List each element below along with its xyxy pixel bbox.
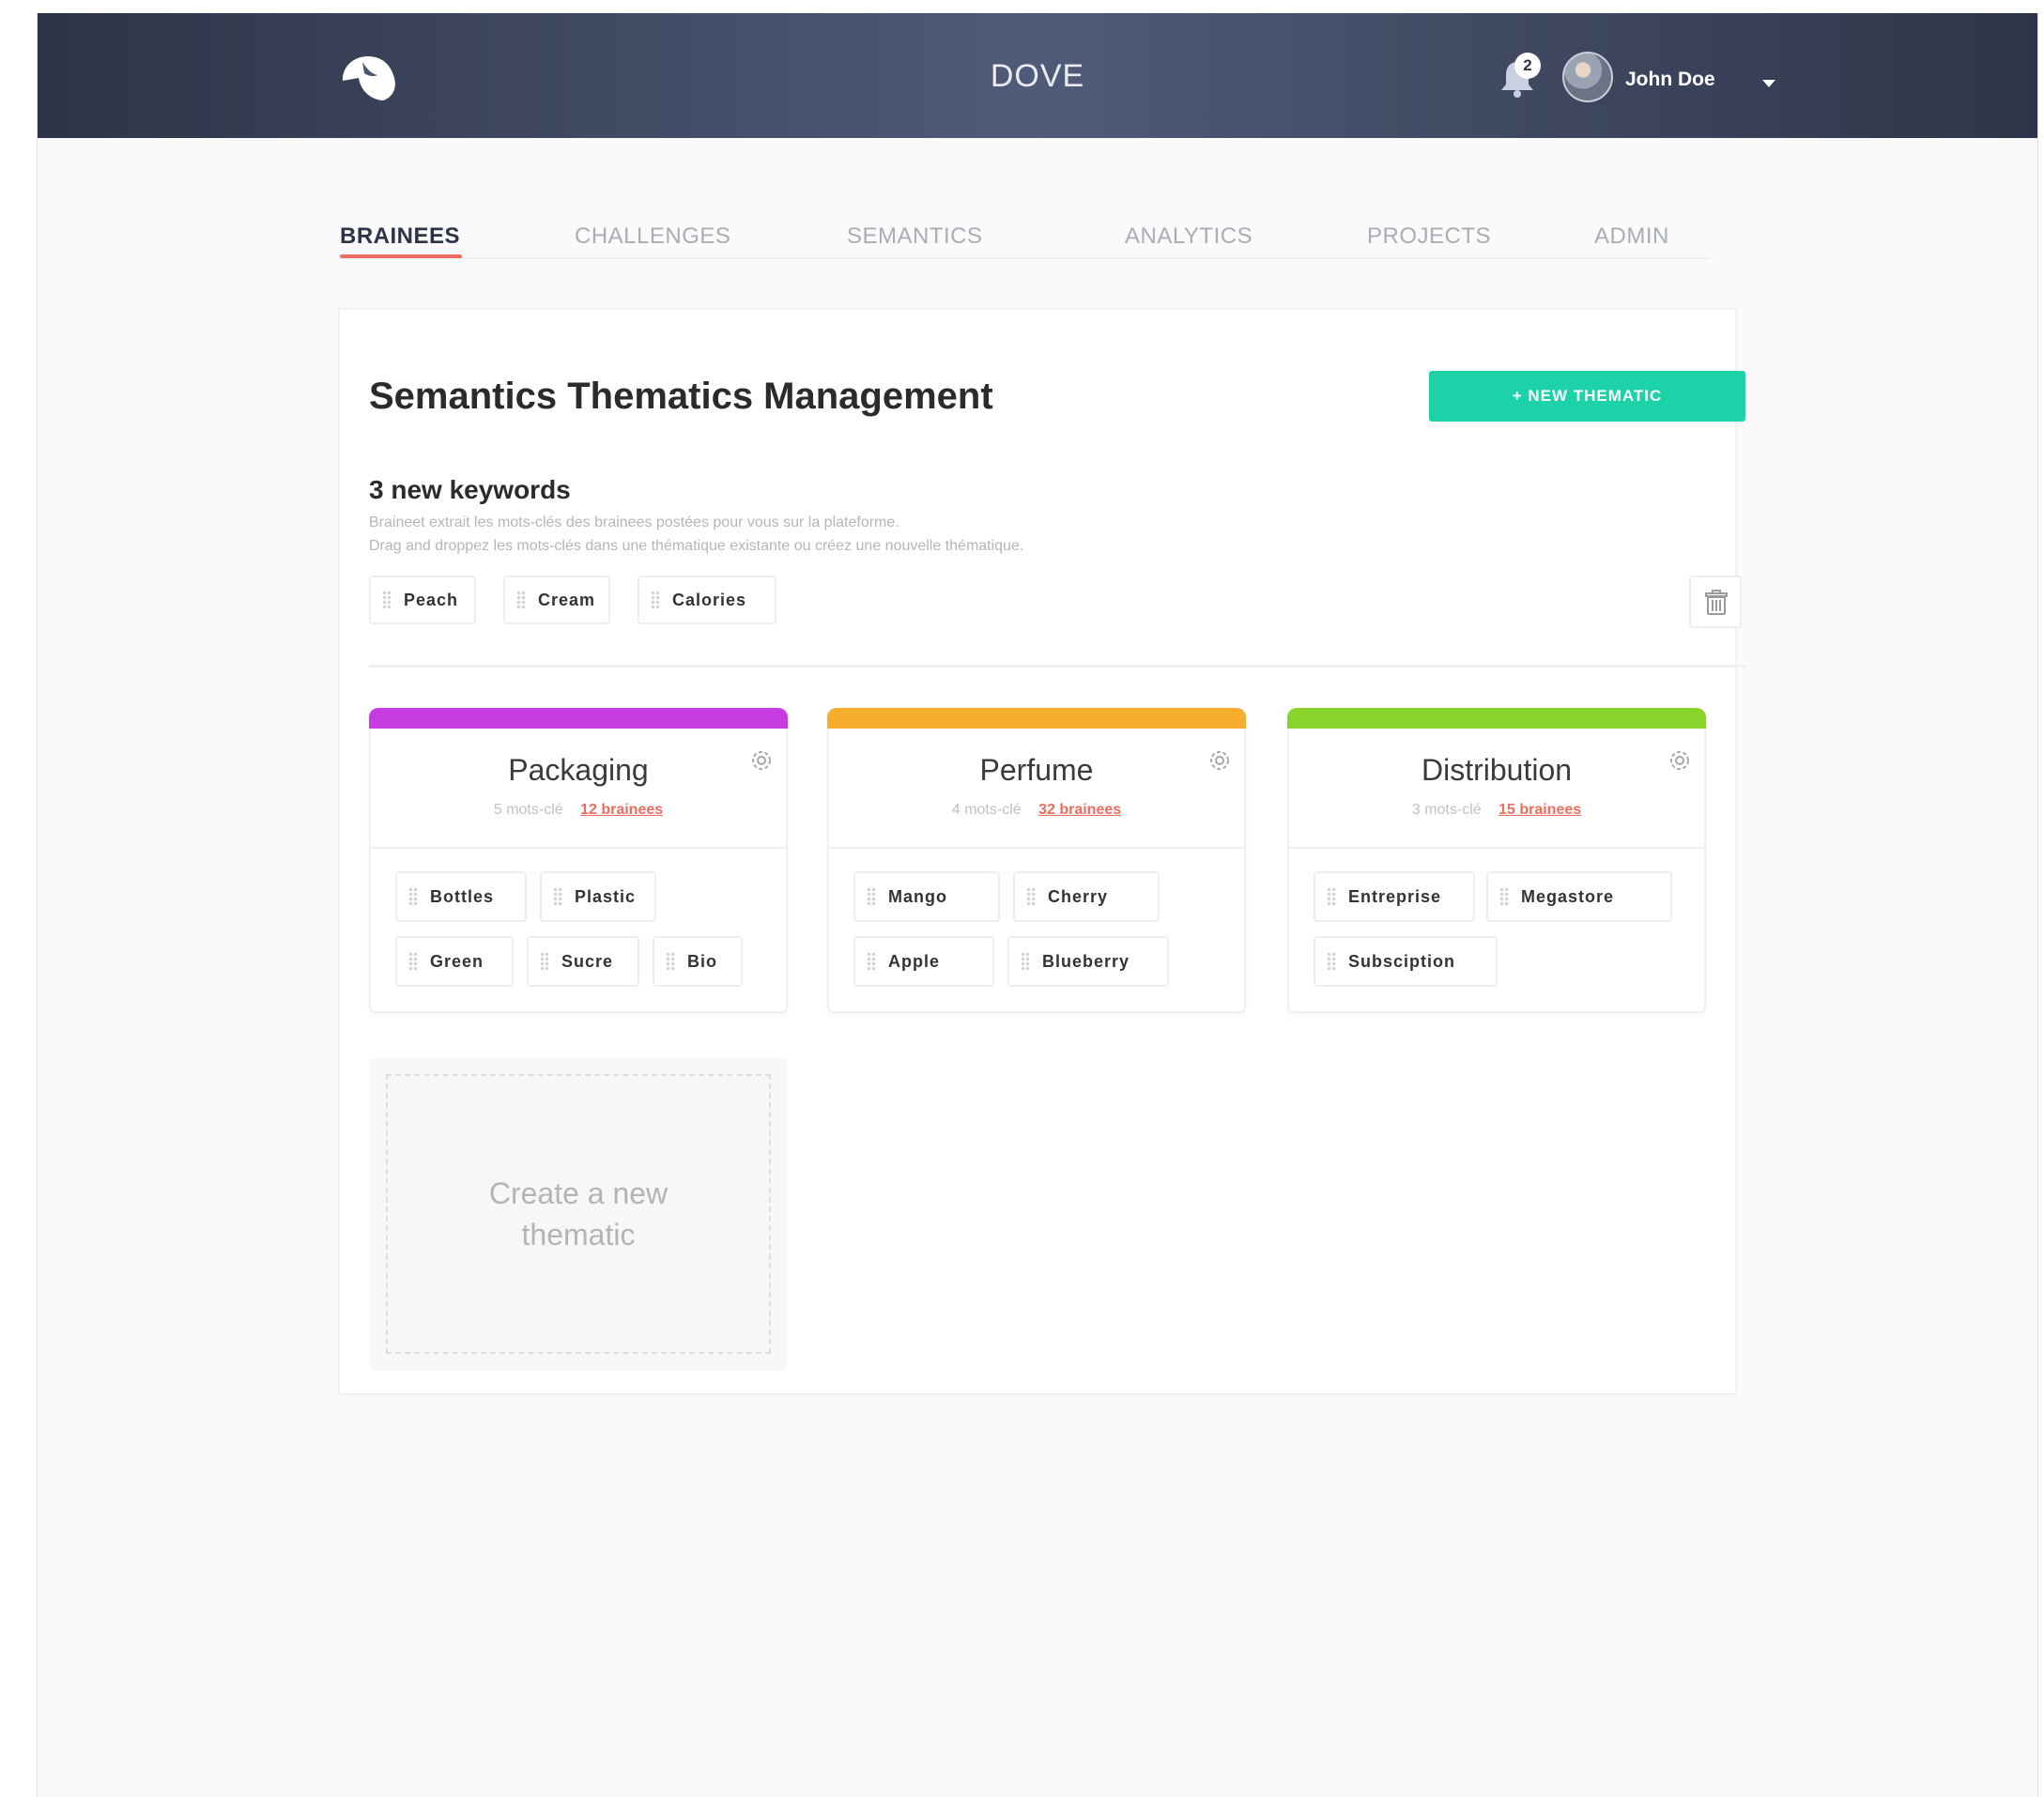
gear-icon[interactable]	[1667, 747, 1693, 774]
keywords-description: Braineet extrait les mots-clés des brain…	[369, 515, 899, 530]
keyword-count: 5 mots-clé	[493, 802, 563, 818]
keyword-label: Entreprise	[1348, 886, 1442, 906]
keyword-label: Bottles	[430, 886, 495, 906]
keyword-label: Blueberry	[1042, 951, 1130, 971]
thematic-title: Distribution	[1421, 753, 1573, 787]
drag-handle-icon[interactable]	[651, 591, 660, 609]
active-tab-indicator	[340, 254, 462, 258]
thematic-card-distribution[interactable]: Distribution 3 mots-clé 15 brainees Entr…	[1287, 708, 1706, 1013]
tab-brainees[interactable]: BRAINEES	[340, 223, 460, 250]
keyword-label: Megastore	[1521, 886, 1615, 906]
keyword-label: Apple	[888, 951, 941, 971]
keyword-count: 4 mots-clé	[951, 802, 1022, 818]
brainees-link[interactable]: 12 brainees	[580, 802, 663, 818]
thematic-meta: 5 mots-clé 12 brainees	[371, 802, 786, 819]
keyword-count: 3 mots-clé	[1411, 802, 1482, 818]
top-navbar: DOVE 2 John Doe	[38, 13, 2037, 138]
divider	[371, 847, 786, 849]
avatar[interactable]	[1562, 52, 1613, 102]
chevron-down-icon[interactable]	[1761, 79, 1776, 88]
thematic-title: Perfume	[979, 753, 1094, 787]
divider	[369, 665, 1745, 668]
drag-handle-icon[interactable]	[1026, 887, 1036, 906]
drag-handle-icon[interactable]	[540, 952, 549, 971]
user-name[interactable]: John Doe	[1625, 69, 1715, 91]
keywords-description: Drag and droppez les mots-clés dans une …	[369, 538, 1024, 554]
tab-semantics[interactable]: SEMANTICS	[847, 223, 983, 250]
keyword-label: Green	[430, 951, 484, 971]
keyword-chip[interactable]: Entreprise	[1314, 871, 1475, 922]
thematic-card-packaging[interactable]: Packaging 5 mots-clé 12 brainees Bottles…	[369, 708, 788, 1013]
keyword-chip[interactable]: Apple	[853, 936, 994, 987]
keyword-label: Sucre	[561, 951, 614, 971]
new-keywords-title: 3 new keywords	[369, 475, 571, 504]
drag-handle-icon[interactable]	[666, 952, 675, 971]
drag-handle-icon[interactable]	[408, 887, 418, 906]
drag-handle-icon[interactable]	[516, 591, 526, 609]
keyword-chip[interactable]: Mango	[853, 871, 1000, 922]
drag-handle-icon[interactable]	[1327, 887, 1336, 906]
thematics-panel: Semantics Thematics Management + NEW THE…	[340, 310, 1745, 1393]
keyword-label: Cream	[538, 590, 596, 609]
keyword-label: Calories	[672, 590, 747, 609]
thematic-color-bar	[369, 708, 788, 729]
tab-admin[interactable]: ADMIN	[1594, 223, 1669, 250]
drag-handle-icon[interactable]	[408, 952, 418, 971]
keyword-label: Bio	[687, 951, 717, 971]
brainees-link[interactable]: 15 brainees	[1498, 802, 1581, 818]
page-title: Semantics Thematics Management	[369, 376, 993, 417]
keyword-label: Peach	[404, 590, 459, 609]
keyword-chip[interactable]: Megastore	[1486, 871, 1672, 922]
keyword-label: Mango	[888, 886, 947, 906]
keyword-chip[interactable]: Subsciption	[1314, 936, 1498, 987]
brainees-link[interactable]: 32 brainees	[1038, 802, 1121, 818]
delete-keyword-button[interactable]	[1689, 576, 1742, 628]
notification-badge: 2	[1514, 53, 1541, 79]
divider	[1289, 847, 1704, 849]
drag-handle-icon[interactable]	[867, 952, 876, 971]
thematic-meta: 3 mots-clé 15 brainees	[1289, 802, 1704, 819]
tab-challenges[interactable]: CHALLENGES	[575, 223, 730, 250]
keyword-chip[interactable]: Plastic	[540, 871, 656, 922]
drag-handle-icon[interactable]	[1327, 952, 1336, 971]
keyword-chip[interactable]: Bio	[653, 936, 743, 987]
gear-icon[interactable]	[1206, 747, 1233, 774]
drag-handle-icon[interactable]	[553, 887, 562, 906]
tab-analytics[interactable]: ANALYTICS	[1125, 223, 1253, 250]
create-thematic-card[interactable]: Create a new thematic	[369, 1057, 788, 1371]
gear-icon[interactable]	[748, 747, 775, 774]
drag-handle-icon[interactable]	[1499, 887, 1509, 906]
create-thematic-label: Create a new thematic	[488, 1176, 669, 1252]
keyword-chip[interactable]: Bottles	[395, 871, 527, 922]
drag-handle-icon[interactable]	[867, 887, 876, 906]
keyword-chip[interactable]: Cream	[503, 576, 610, 624]
thematic-card-perfume[interactable]: Perfume 4 mots-clé 32 brainees Mango Che…	[827, 708, 1246, 1013]
keyword-chip[interactable]: Blueberry	[1007, 936, 1169, 987]
drag-handle-icon[interactable]	[1021, 952, 1030, 971]
thematic-title: Packaging	[508, 753, 649, 787]
trash-icon	[1705, 590, 1728, 615]
app-title: DOVE	[990, 58, 1085, 94]
app-window: DOVE 2 John Doe BRAINEES CHALLENGES SEMA…	[37, 13, 2038, 1797]
keyword-chip[interactable]: Sucre	[527, 936, 639, 987]
keyword-chip[interactable]: Peach	[369, 576, 476, 624]
create-thematic-dropzone[interactable]: Create a new thematic	[386, 1074, 771, 1354]
keyword-label: Plastic	[575, 886, 637, 906]
main-tabs: BRAINEES CHALLENGES SEMANTICS ANALYTICS …	[340, 210, 1711, 259]
thematic-color-bar	[827, 708, 1246, 729]
keyword-chip[interactable]: Calories	[638, 576, 776, 624]
keyword-label: Subsciption	[1348, 951, 1455, 971]
divider	[829, 847, 1244, 849]
new-thematic-button[interactable]: + NEW THEMATIC	[1429, 371, 1745, 422]
thematic-color-bar	[1287, 708, 1706, 729]
drag-handle-icon[interactable]	[382, 591, 392, 609]
keyword-label: Cherry	[1048, 886, 1109, 906]
keyword-chip[interactable]: Green	[395, 936, 514, 987]
tab-projects[interactable]: PROJECTS	[1367, 223, 1491, 250]
keyword-chip[interactable]: Cherry	[1013, 871, 1160, 922]
thematic-meta: 4 mots-clé 32 brainees	[829, 802, 1244, 819]
